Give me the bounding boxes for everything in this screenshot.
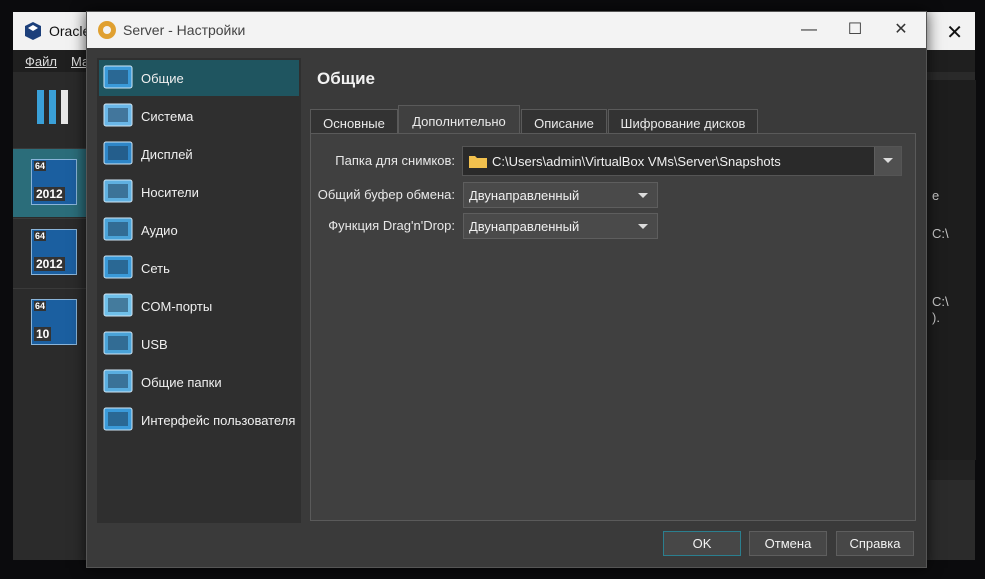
sidebar-item-shared-folders[interactable]: Общие папки: [99, 364, 299, 400]
sidebar-item-general[interactable]: Общие: [99, 60, 299, 96]
tab-disk-encryption[interactable]: Шифрование дисков: [608, 109, 758, 135]
snapshot-folder-label: Папка для снимков:: [335, 153, 455, 168]
chevron-down-icon: [638, 224, 648, 229]
network-icon: [103, 255, 133, 279]
sidebar-item-usb[interactable]: USB: [99, 326, 299, 362]
sidebar-item-label: Интерфейс пользователя: [141, 413, 296, 428]
display-icon: [103, 141, 133, 165]
chevron-down-icon: [638, 193, 648, 198]
sidebar-item-label: Общие: [141, 71, 184, 86]
windows-vm-icon: 64 2012: [31, 229, 77, 275]
tab-basic[interactable]: Основные: [310, 109, 398, 135]
settings-sidebar: Общие Система Дисплей Носители Аудио Сеть COM-…: [97, 58, 301, 523]
background-close-button[interactable]: ✕: [946, 20, 963, 45]
sidebar-item-audio[interactable]: Аудио: [99, 212, 299, 248]
help-button[interactable]: Справка: [836, 531, 914, 556]
dialog-titlebar: Server - Настройки — ☐ ✕: [87, 12, 926, 48]
background-details-pane: e C:\ C:\ ).: [921, 80, 976, 480]
sidebar-item-label: USB: [141, 337, 168, 352]
audio-icon: [103, 217, 133, 241]
dialog-title: Server - Настройки: [123, 22, 246, 38]
chevron-down-icon: [883, 158, 893, 163]
system-icon: [103, 103, 133, 127]
sidebar-item-label: Система: [141, 109, 194, 124]
sidebar-item-storage[interactable]: Носители: [99, 174, 299, 210]
close-button[interactable]: ✕: [878, 17, 924, 43]
sidebar-item-display[interactable]: Дисплей: [99, 136, 299, 172]
snapshot-folder-dropdown-button[interactable]: [874, 147, 901, 175]
gear-icon: [98, 21, 116, 39]
windows-vm-icon: 64 2012: [31, 159, 77, 205]
virtualbox-logo-icon: [25, 22, 41, 40]
minimize-button[interactable]: —: [786, 17, 832, 43]
sidebar-item-label: COM-порты: [141, 299, 213, 314]
windows-vm-icon: 64 10: [31, 299, 77, 345]
tab-advanced[interactable]: Дополнительно: [398, 105, 520, 136]
cancel-button[interactable]: Отмена: [749, 531, 827, 556]
clipboard-label: Общий буфер обмена:: [317, 187, 455, 202]
shared-folders-icon: [103, 369, 133, 393]
sidebar-item-user-interface[interactable]: Интерфейс пользователя: [99, 402, 299, 438]
sidebar-item-label: Носители: [141, 185, 199, 200]
maximize-button[interactable]: ☐: [832, 17, 878, 43]
settings-dialog: Server - Настройки — ☐ ✕ Общие Система Дис…: [86, 11, 927, 568]
ok-button[interactable]: OK: [663, 531, 741, 556]
sidebar-item-network[interactable]: Сеть: [99, 250, 299, 286]
dragdrop-label: Функция Drag'n'Drop:: [328, 218, 455, 233]
user-interface-icon: [103, 407, 133, 431]
folder-icon: [469, 156, 487, 168]
general-icon: [103, 65, 133, 89]
sidebar-item-label: Дисплей: [141, 147, 193, 162]
usb-icon: [103, 331, 133, 355]
tab-description[interactable]: Описание: [521, 109, 607, 135]
sidebar-item-system[interactable]: Система: [99, 98, 299, 134]
sidebar-item-label: Аудио: [141, 223, 178, 238]
background-window-title: Oracle: [49, 23, 91, 39]
serial-ports-icon: [103, 293, 133, 317]
tools-icon: [37, 90, 68, 124]
snapshot-folder-value: C:\Users\admin\VirtualBox VMs\Server\Sna…: [492, 154, 781, 169]
sidebar-item-serial-ports[interactable]: COM-порты: [99, 288, 299, 324]
storage-icon: [103, 179, 133, 203]
snapshot-folder-picker[interactable]: C:\Users\admin\VirtualBox VMs\Server\Sna…: [462, 146, 902, 176]
sidebar-item-label: Общие папки: [141, 375, 222, 390]
menu-file[interactable]: Файл: [25, 54, 57, 69]
clipboard-select[interactable]: Двунаправленный: [463, 182, 658, 208]
dragdrop-select[interactable]: Двунаправленный: [463, 213, 658, 239]
page-title: Общие: [317, 69, 375, 88]
sidebar-item-label: Сеть: [141, 261, 170, 276]
